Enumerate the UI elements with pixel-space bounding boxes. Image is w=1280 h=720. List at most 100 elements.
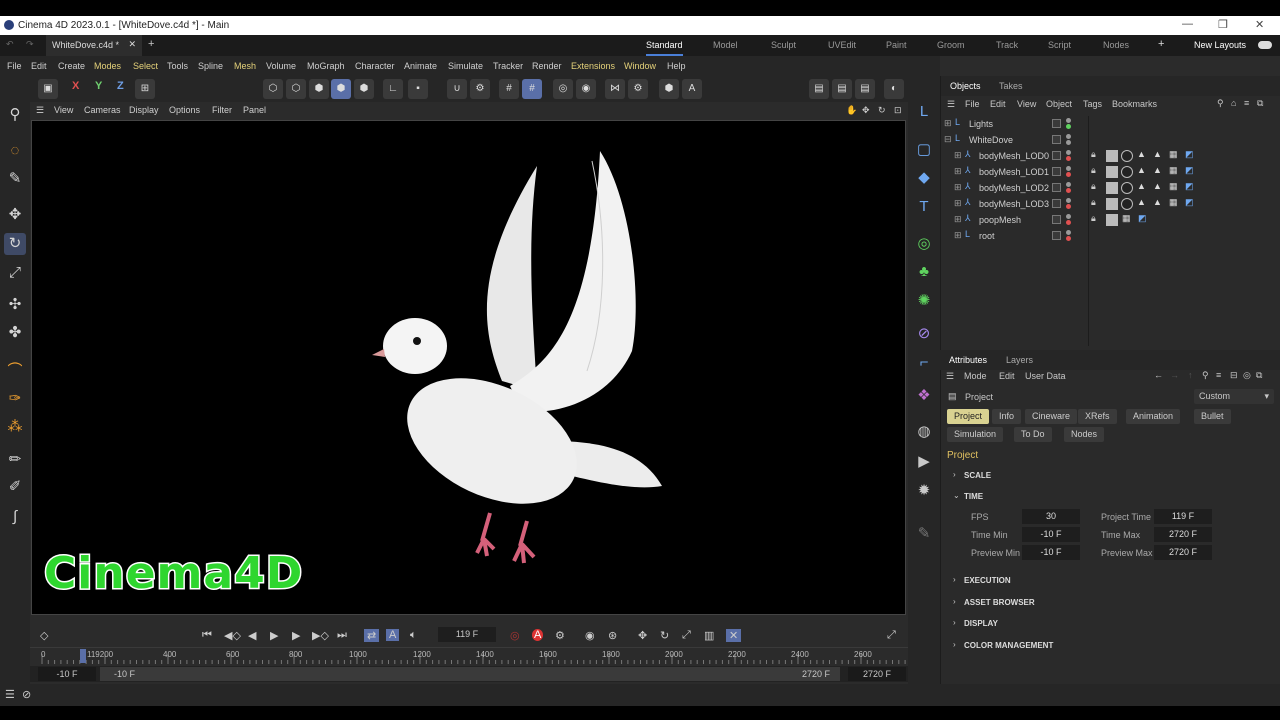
layout-uvedit[interactable]: UVEdit bbox=[828, 40, 856, 50]
phong-tag-icon[interactable]: ▲ bbox=[1137, 165, 1146, 175]
menu-tracker[interactable]: Tracker bbox=[493, 61, 523, 71]
menu-help[interactable]: Help bbox=[667, 61, 686, 71]
symmetry-settings-icon[interactable]: ⚙ bbox=[628, 79, 648, 99]
object-row-poopmesh[interactable]: ⊞ ⅄ poopMesh 🔒︎ ▦ ◩ bbox=[0, 212, 1147, 228]
new-window-icon[interactable]: ⧉ bbox=[1257, 98, 1263, 109]
workplane-icon[interactable]: ∟ bbox=[383, 79, 403, 99]
null-object-icon[interactable]: L bbox=[913, 101, 935, 123]
scale-icon[interactable]: ⤢ bbox=[4, 262, 26, 284]
keyframe-icon[interactable]: ◇ bbox=[40, 629, 48, 642]
prev-key-icon[interactable]: ◀◇ bbox=[224, 629, 241, 642]
objects-hamburger-icon[interactable]: ☰ bbox=[947, 99, 955, 110]
lock-icon[interactable]: 🔒︎ bbox=[1091, 165, 1096, 176]
menu-volume[interactable]: Volume bbox=[266, 61, 296, 71]
vp-menu-display[interactable]: Display bbox=[129, 105, 159, 115]
back-arrow-icon[interactable]: ← bbox=[1154, 370, 1163, 380]
prev-frame-icon[interactable]: ◀ bbox=[248, 629, 256, 642]
minimize-icon[interactable]: — bbox=[1182, 18, 1193, 30]
menu-modes[interactable]: Modes bbox=[94, 61, 121, 71]
points-mode-icon[interactable]: ⬡ bbox=[263, 79, 283, 99]
fps-field[interactable]: 30 bbox=[1022, 509, 1080, 524]
light-icon[interactable]: ✹ bbox=[913, 480, 935, 502]
nodes-icon[interactable]: ⬢ bbox=[659, 79, 679, 99]
tab-takes[interactable]: Takes bbox=[999, 81, 1023, 91]
add-layout-icon[interactable]: + bbox=[1158, 38, 1164, 50]
generator-icon[interactable]: ◎ bbox=[913, 233, 935, 255]
expand-arrow-icon[interactable]: › bbox=[953, 618, 956, 627]
material-tag-icon[interactable] bbox=[1121, 182, 1133, 194]
uvw-tag-icon[interactable]: ▦ bbox=[1169, 181, 1178, 192]
undo-icon[interactable]: ↶ bbox=[6, 39, 14, 50]
pen-icon[interactable]: ✏ bbox=[4, 449, 26, 471]
attr-btn-project[interactable]: Project bbox=[947, 409, 990, 424]
play-icon[interactable]: ▶ bbox=[270, 629, 278, 642]
vp-menu-panel[interactable]: Panel bbox=[243, 105, 266, 115]
grid-icon[interactable]: # bbox=[499, 79, 519, 99]
up-arrow-icon[interactable]: ↑ bbox=[1188, 370, 1193, 380]
knife-icon[interactable]: ✐ bbox=[4, 476, 26, 498]
field-icon[interactable]: ✺ bbox=[913, 290, 935, 312]
tab-attributes[interactable]: Attributes bbox=[949, 355, 987, 365]
scale-key-icon[interactable]: ⤢ bbox=[682, 629, 691, 642]
param-key-icon[interactable]: ▥ bbox=[704, 629, 714, 642]
material-tag-icon[interactable] bbox=[1106, 182, 1118, 194]
search-icon[interactable]: ⚲ bbox=[1217, 98, 1224, 109]
cloner-icon[interactable]: ♣ bbox=[913, 261, 935, 283]
texture-mode-icon[interactable]: ⬢ bbox=[354, 79, 374, 99]
visibility-check[interactable] bbox=[1052, 167, 1061, 176]
project-time-field[interactable]: 119 F bbox=[1154, 509, 1212, 524]
menu-file[interactable]: File bbox=[7, 61, 22, 71]
close-icon[interactable]: ✕ bbox=[1255, 18, 1264, 31]
viewport-hamburger-icon[interactable]: ☰ bbox=[36, 105, 44, 116]
new-window-icon[interactable]: ⧉ bbox=[1256, 370, 1262, 381]
normal-tag-icon[interactable]: ▲ bbox=[1153, 149, 1162, 159]
layout-sculpt[interactable]: Sculpt bbox=[771, 40, 796, 50]
goto-start-icon[interactable]: ⏮ bbox=[202, 629, 212, 642]
preview-range-icon[interactable]: A bbox=[386, 629, 400, 641]
lock-icon[interactable]: ⊟ bbox=[1230, 370, 1238, 381]
attr-menu-edit[interactable]: Edit bbox=[999, 371, 1015, 381]
menu-select[interactable]: Select bbox=[133, 61, 158, 71]
x-axis-lock[interactable]: X bbox=[72, 80, 79, 92]
paint-icon[interactable]: ✑ bbox=[4, 388, 26, 410]
visibility-check[interactable] bbox=[1052, 199, 1061, 208]
status-menu-icon[interactable]: ☰ bbox=[5, 688, 15, 701]
redo-icon[interactable]: ↷ bbox=[26, 39, 34, 50]
sound-icon[interactable]: 🔈︎ bbox=[410, 629, 417, 642]
model-mode-icon[interactable]: ⬢ bbox=[331, 79, 351, 99]
section-time[interactable]: TIME bbox=[964, 492, 983, 501]
next-key-icon[interactable]: ▶◇ bbox=[312, 629, 329, 642]
phong-tag-icon[interactable]: ▲ bbox=[1137, 149, 1146, 159]
attr-menu-user-data[interactable]: User Data bbox=[1025, 371, 1066, 381]
visibility-check[interactable] bbox=[1052, 135, 1061, 144]
selection-tag-icon[interactable]: ◩ bbox=[1185, 181, 1194, 192]
layout-groom[interactable]: Groom bbox=[937, 40, 965, 50]
obj-menu-file[interactable]: File bbox=[965, 99, 980, 109]
menu-mesh[interactable]: Mesh bbox=[234, 61, 256, 71]
material-tag-icon[interactable] bbox=[1121, 166, 1133, 178]
normal-tag-icon[interactable]: ▲ bbox=[1153, 181, 1162, 191]
menu-tools[interactable]: Tools bbox=[167, 61, 188, 71]
transform-icon[interactable]: ✣ bbox=[4, 294, 26, 316]
motion-system-icon[interactable]: ◉ bbox=[585, 629, 595, 642]
obj-menu-object[interactable]: Object bbox=[1046, 99, 1072, 109]
object-row-root[interactable]: ⊞ L root bbox=[0, 228, 1071, 244]
menu-animate[interactable]: Animate bbox=[404, 61, 437, 71]
material-tag-icon[interactable] bbox=[1121, 150, 1133, 162]
attr-menu-mode[interactable]: Mode bbox=[964, 371, 987, 381]
selection-tag-icon[interactable]: ◩ bbox=[1138, 213, 1147, 224]
redshift-icon[interactable]: ◐ bbox=[884, 79, 904, 99]
move-view-icon[interactable]: ✥ bbox=[862, 105, 870, 116]
playhead[interactable] bbox=[80, 649, 86, 663]
solo-icon[interactable]: ◎ bbox=[553, 79, 573, 99]
object-row-lod1[interactable]: ⊞ ⅄ bodyMesh_LOD1 🔒︎ ▲ ▲ ▦ ◩ bbox=[0, 164, 1194, 180]
layout-standard[interactable]: Standard bbox=[646, 40, 683, 56]
time-max-field[interactable]: 2720 F bbox=[1154, 527, 1212, 542]
settings-icon[interactable]: ◎ bbox=[1243, 370, 1251, 381]
tab-objects[interactable]: Objects bbox=[950, 81, 981, 91]
environment-icon[interactable]: ◍ bbox=[913, 421, 935, 443]
z-axis-lock[interactable]: Z bbox=[117, 80, 124, 92]
close-tab-icon[interactable]: ✕ bbox=[128, 39, 136, 50]
phong-tag-icon[interactable]: ▲ bbox=[1137, 181, 1146, 191]
preview-range-bar[interactable]: -10 F -10 F 2720 F 2720 F bbox=[30, 666, 908, 682]
